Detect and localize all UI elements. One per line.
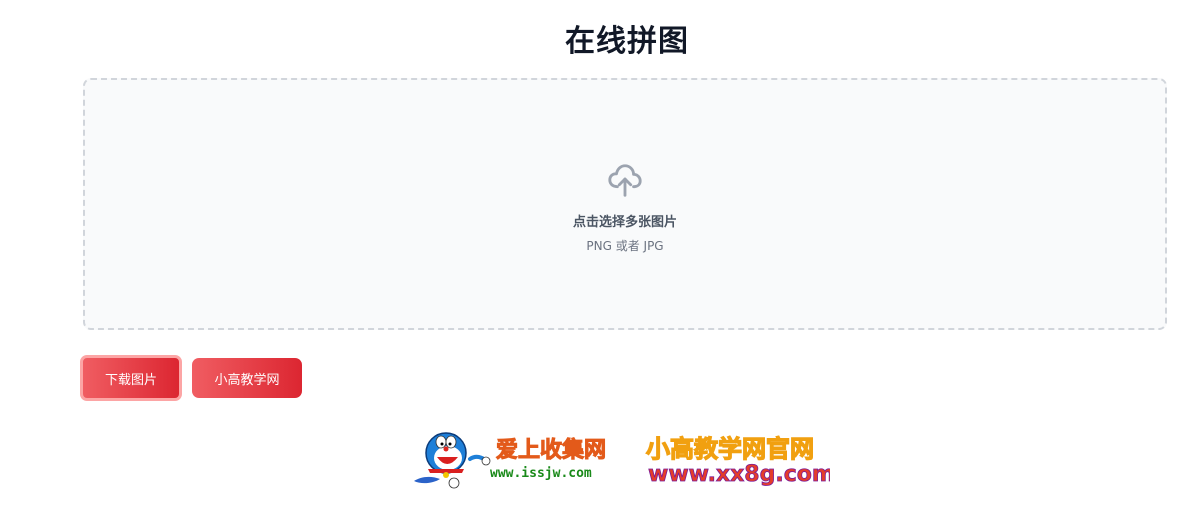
xx8g-logo-url: www.xx8g.com: [648, 462, 830, 487]
xx8g-logo-title: 小高教学网官网: [646, 435, 814, 463]
page-title: 在线拼图: [565, 24, 689, 59]
download-image-button[interactable]: 下载图片: [80, 355, 182, 401]
doraemon-mascot-icon: [414, 432, 491, 489]
cloud-upload-icon: [608, 163, 642, 197]
issjw-logo-title: 爱上收集网: [496, 437, 606, 463]
footer-logos[interactable]: 爱上收集网 www.issjw.com 小高教学网官网 www.xx8g.com: [410, 425, 830, 491]
xiaogao-site-button[interactable]: 小高教学网: [192, 358, 302, 398]
issjw-logo-url: www.issjw.com: [490, 466, 592, 481]
dropzone-instruction: 点击选择多张图片: [572, 214, 677, 230]
dropzone-format-hint: PNG 或者 JPG: [586, 238, 664, 253]
image-dropzone[interactable]: 点击选择多张图片 PNG 或者 JPG: [83, 78, 1167, 330]
